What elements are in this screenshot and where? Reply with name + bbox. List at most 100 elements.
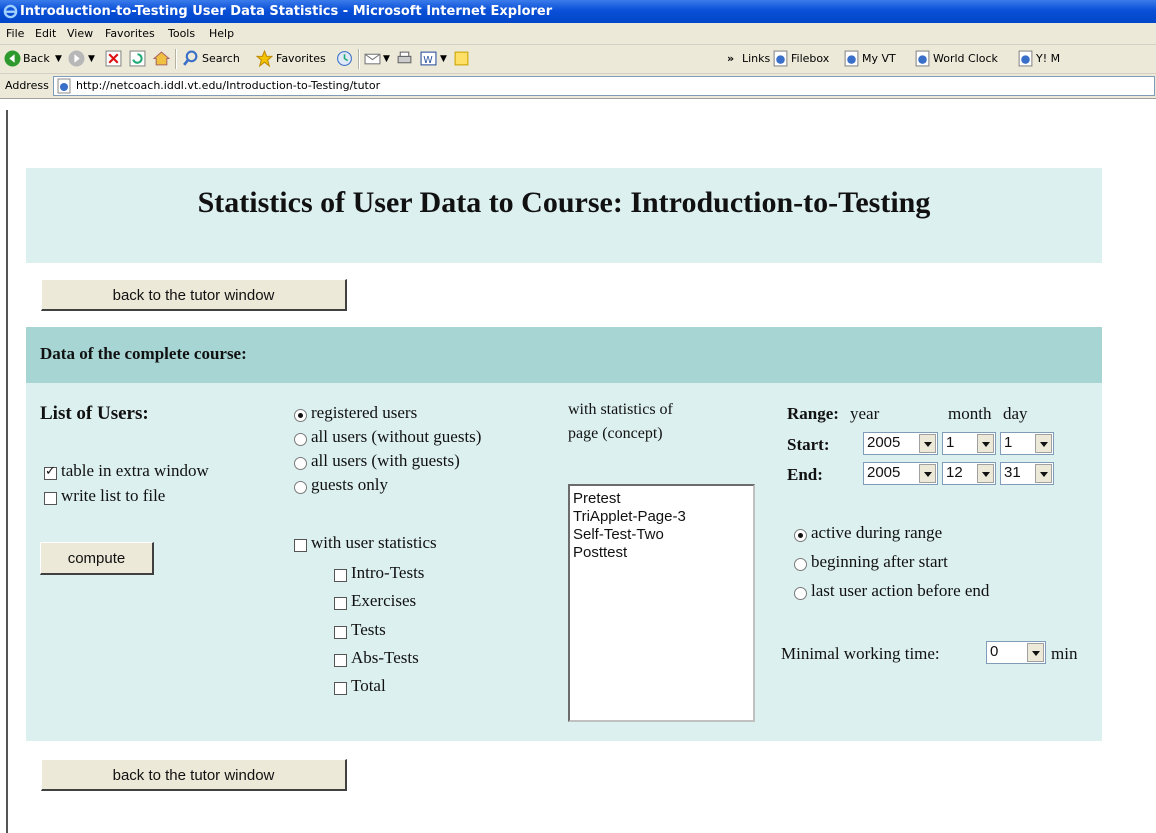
end-year-value: 2005 <box>867 464 901 481</box>
exercises-checkbox[interactable] <box>334 597 347 610</box>
last-action-before-end-label: last user action before end <box>811 581 990 600</box>
page-title: Statistics of User Data to Course: Intro… <box>197 186 931 219</box>
write-list-file-checkbox[interactable] <box>44 492 57 505</box>
all-users-without-guests-radio[interactable] <box>294 433 307 446</box>
note-icon[interactable] <box>453 50 470 67</box>
min-unit-label: min <box>1051 644 1078 663</box>
stop-icon[interactable] <box>105 50 122 67</box>
forward-arrow-icon[interactable] <box>68 50 85 67</box>
print-icon[interactable] <box>396 50 413 67</box>
page-concept-label: page (concept) <box>568 425 663 442</box>
back-arrow-icon[interactable] <box>4 50 21 67</box>
guests-only-label: guests only <box>311 475 388 494</box>
table-extra-window-checkbox[interactable] <box>44 464 57 480</box>
menu-edit[interactable]: Edit <box>35 27 56 40</box>
end-year-select[interactable]: 2005 <box>863 462 938 485</box>
with-user-statistics-checkbox[interactable] <box>294 539 307 552</box>
list-item[interactable]: Posttest <box>573 544 627 561</box>
min-working-time-label: Minimal working time: <box>781 644 940 663</box>
back-button[interactable]: Back <box>23 50 50 68</box>
abs-tests-label: Abs-Tests <box>351 648 419 667</box>
chevron-down-icon[interactable] <box>977 434 994 453</box>
end-month-value: 12 <box>946 464 963 481</box>
table-extra-window-label: table in extra window <box>61 461 209 480</box>
all-users-with-guests-label: all users (with guests) <box>311 451 460 470</box>
search-icon[interactable] <box>182 50 199 67</box>
menu-file[interactable]: File <box>6 27 24 40</box>
chevron-down-icon[interactable] <box>919 464 936 483</box>
toolbar-separator <box>175 49 177 69</box>
mail-icon[interactable] <box>364 50 381 67</box>
total-checkbox[interactable] <box>334 682 347 695</box>
list-of-users-label: List of Users: <box>40 403 149 424</box>
min-working-time-value: 0 <box>990 643 999 660</box>
start-day-select[interactable]: 1 <box>1000 432 1054 455</box>
active-during-range-label: active during range <box>811 523 943 542</box>
chevron-down-icon[interactable] <box>919 434 936 453</box>
end-day-select[interactable]: 31 <box>1000 462 1054 485</box>
list-item[interactable]: TriApplet-Page-3 <box>573 508 686 525</box>
edit-word-icon[interactable]: W <box>420 50 437 67</box>
menu-favorites[interactable]: Favorites <box>105 27 155 40</box>
link-page-icon[interactable] <box>843 50 860 67</box>
menu-tools[interactable]: Tools <box>168 27 195 40</box>
exercises-label: Exercises <box>351 591 417 610</box>
toolbar: Back ▼ ▼ Search Favorites ▼ W ▼ » Links … <box>0 45 1156 74</box>
month-label: month <box>948 404 992 423</box>
list-item[interactable]: Self-Test-Two <box>573 526 664 543</box>
range-label: Range: <box>787 404 839 423</box>
back-to-tutor-button-bottom[interactable]: back to the tutor window <box>41 759 347 791</box>
home-icon[interactable] <box>153 50 170 67</box>
back-to-tutor-button[interactable]: back to the tutor window <box>41 279 347 311</box>
link-page-icon[interactable] <box>1017 50 1034 67</box>
address-url: http://netcoach.iddl.vt.edu/Introduction… <box>76 79 381 92</box>
chevron-down-icon[interactable] <box>977 464 994 483</box>
menu-bar: File Edit View Favorites Tools Help <box>0 23 1156 45</box>
menu-help[interactable]: Help <box>209 27 234 40</box>
address-input[interactable]: http://netcoach.iddl.vt.edu/Introduction… <box>53 76 1155 96</box>
forward-dropdown-icon[interactable]: ▼ <box>88 50 95 68</box>
search-button[interactable]: Search <box>202 50 240 68</box>
tests-label: Tests <box>351 620 386 639</box>
tests-checkbox[interactable] <box>334 626 347 639</box>
mail-dropdown-icon[interactable]: ▼ <box>383 50 390 68</box>
refresh-icon[interactable] <box>129 50 146 67</box>
link-page-icon[interactable] <box>772 50 789 67</box>
favorites-button[interactable]: Favorites <box>276 50 326 68</box>
link-world-clock[interactable]: World Clock <box>933 50 998 68</box>
link-my-vt[interactable]: My VT <box>862 50 896 68</box>
end-month-select[interactable]: 12 <box>942 462 996 485</box>
list-item[interactable]: Pretest <box>573 490 621 507</box>
compute-button[interactable]: compute <box>40 542 154 575</box>
all-users-with-guests-radio[interactable] <box>294 457 307 470</box>
min-working-time-select[interactable]: 0 <box>986 641 1046 664</box>
beginning-after-start-label: beginning after start <box>811 552 948 571</box>
links-overflow-icon[interactable]: » <box>727 50 734 68</box>
link-filebox[interactable]: Filebox <box>791 50 829 68</box>
menu-view[interactable]: View <box>67 27 93 40</box>
chevron-down-icon[interactable] <box>1035 434 1052 453</box>
link-page-icon[interactable] <box>914 50 931 67</box>
active-during-range-radio[interactable] <box>794 529 807 542</box>
start-month-select[interactable]: 1 <box>942 432 996 455</box>
abs-tests-checkbox[interactable] <box>334 654 347 667</box>
start-year-select[interactable]: 2005 <box>863 432 938 455</box>
registered-users-radio[interactable] <box>294 409 307 422</box>
beginning-after-start-radio[interactable] <box>794 558 807 571</box>
history-icon[interactable] <box>336 50 353 67</box>
all-users-without-guests-label: all users (without guests) <box>311 427 482 446</box>
last-action-before-end-radio[interactable] <box>794 587 807 600</box>
page-icon <box>57 78 71 94</box>
start-label: Start: <box>787 435 830 454</box>
guests-only-radio[interactable] <box>294 481 307 494</box>
link-yahoo-messenger[interactable]: Y! M <box>1036 50 1156 68</box>
favorites-star-icon[interactable] <box>256 50 273 67</box>
chevron-down-icon[interactable] <box>1027 643 1044 662</box>
edit-dropdown-icon[interactable]: ▼ <box>440 50 447 68</box>
chevron-down-icon[interactable] <box>1035 464 1052 483</box>
back-dropdown-icon[interactable]: ▼ <box>55 50 62 68</box>
page-concept-listbox[interactable]: Pretest TriApplet-Page-3 Self-Test-Two P… <box>568 484 755 722</box>
page-content: Statistics of User Data to Course: Intro… <box>6 110 1156 833</box>
intro-tests-checkbox[interactable] <box>334 569 347 582</box>
day-label: day <box>1003 404 1028 423</box>
